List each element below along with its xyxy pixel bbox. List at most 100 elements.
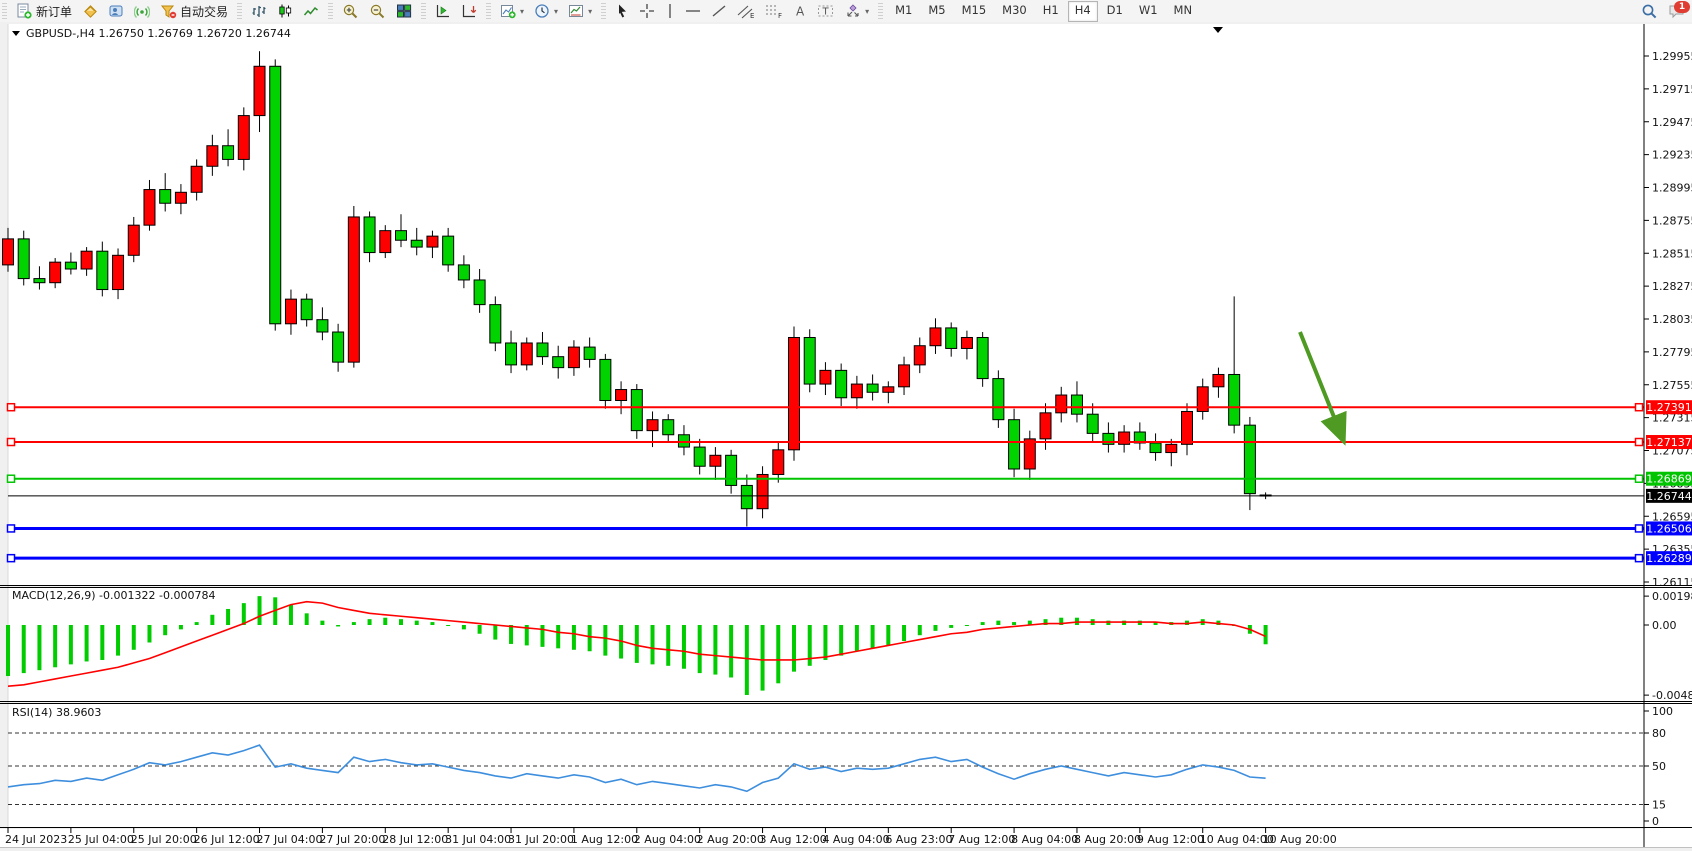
- timeframe-M30[interactable]: M30: [995, 1, 1034, 22]
- time-axis-label: 4 Aug 04:00: [822, 833, 889, 846]
- indicators-dropdown-caret[interactable]: ▾: [520, 7, 524, 16]
- macd-bar: [383, 618, 387, 625]
- bar-chart-button[interactable]: [246, 2, 272, 20]
- zoom-out-button[interactable]: [364, 2, 391, 20]
- hline-handle[interactable]: [1636, 439, 1643, 446]
- indicators-button[interactable]: ▾: [495, 2, 529, 20]
- hline-handle[interactable]: [1636, 525, 1643, 532]
- signals-button[interactable]: [129, 2, 155, 20]
- candle-body: [883, 387, 894, 392]
- profiles-button[interactable]: [103, 2, 129, 20]
- hline-handle[interactable]: [8, 555, 15, 562]
- trendline-icon: [711, 3, 727, 19]
- profile-chart-icon: [108, 3, 124, 19]
- cursor-button[interactable]: [610, 2, 634, 20]
- macd-bar: [588, 625, 592, 651]
- candle-body: [396, 231, 407, 241]
- shapes-dropdown-caret[interactable]: ▾: [865, 7, 869, 16]
- timeframe-M15[interactable]: M15: [955, 1, 994, 22]
- macd-bar: [981, 622, 985, 625]
- hline-handle[interactable]: [8, 525, 15, 532]
- vertical-line-button[interactable]: [660, 2, 680, 20]
- templates-button[interactable]: ▾: [563, 2, 597, 20]
- group-separator: [421, 3, 426, 19]
- macd-bar: [163, 625, 167, 635]
- equidistant-channel-button[interactable]: E: [732, 2, 760, 20]
- hline-handle[interactable]: [8, 404, 15, 411]
- chart-canvas[interactable]: 1.299551.297151.294751.292351.289951.287…: [0, 22, 1692, 851]
- drawing-tools-group: E F A T: [608, 0, 876, 22]
- top-toolbar: 新订单: [0, 0, 1692, 23]
- macd-bar: [336, 625, 340, 626]
- candle-body: [474, 280, 485, 305]
- candle-body: [254, 66, 265, 115]
- new-order-button[interactable]: 新订单: [11, 2, 77, 20]
- time-axis-label: 27 Jul 20:00: [319, 833, 385, 846]
- hline-handle[interactable]: [8, 439, 15, 446]
- candle-body: [899, 365, 910, 387]
- macd-bar: [210, 615, 214, 625]
- text-label-button[interactable]: T: [812, 2, 840, 20]
- macd-axis-label: 0.00: [1652, 619, 1677, 632]
- candle-body: [50, 262, 61, 283]
- zoom-in-button[interactable]: [337, 2, 364, 20]
- timeframe-M5[interactable]: M5: [921, 1, 952, 22]
- timeframe-M1[interactable]: M1: [888, 1, 919, 22]
- auto-trading-button[interactable]: 自动交易: [155, 2, 233, 20]
- tile-windows-button[interactable]: [391, 2, 417, 20]
- text-icon: A: [793, 3, 807, 19]
- notifications-button[interactable]: 1: [1668, 3, 1686, 19]
- scroll-group: [428, 0, 484, 22]
- chart-title-text: GBPUSD-,H4 1.26750 1.26769 1.26720 1.267…: [26, 27, 291, 40]
- market-watch-button[interactable]: [77, 2, 103, 20]
- timeframe-D1[interactable]: D1: [1100, 1, 1130, 22]
- hline-handle[interactable]: [1636, 555, 1643, 562]
- time-axis-label: 9 Aug 12:00: [1137, 833, 1204, 846]
- periods-button[interactable]: ▾: [529, 2, 563, 20]
- timeframe-H1[interactable]: H1: [1036, 1, 1066, 22]
- line-chart-icon: [303, 3, 319, 19]
- templates-dropdown-caret[interactable]: ▾: [588, 7, 592, 16]
- yellow-cube-icon: [82, 3, 98, 19]
- vertical-line-icon: [665, 3, 675, 19]
- fibonacci-button[interactable]: F: [760, 2, 788, 20]
- line-chart-button[interactable]: [298, 2, 324, 20]
- candle-body: [553, 357, 564, 368]
- macd-bar: [462, 625, 466, 629]
- signal-icon: [134, 3, 150, 19]
- candle-body: [537, 343, 548, 357]
- candle-body: [1150, 443, 1161, 453]
- macd-bar: [635, 625, 639, 663]
- periods-dropdown-caret[interactable]: ▾: [554, 7, 558, 16]
- timeframe-group: M1M5M15M30H1H4D1W1MN: [885, 0, 1202, 22]
- timeframe-H4[interactable]: H4: [1068, 1, 1098, 22]
- chart-shift-button[interactable]: [430, 2, 456, 20]
- macd-bar: [745, 625, 749, 695]
- price-tick-label: 1.28995: [1652, 182, 1692, 195]
- toolbar-grip[interactable]: [2, 3, 7, 19]
- macd-bar: [415, 621, 419, 625]
- macd-bar: [871, 625, 875, 648]
- macd-label: MACD(12,26,9) -0.001322 -0.000784: [12, 589, 215, 602]
- candle-body: [1087, 414, 1098, 433]
- trendline-button[interactable]: [706, 2, 732, 20]
- hline-handle[interactable]: [8, 475, 15, 482]
- candlestick-chart-button[interactable]: [272, 2, 298, 20]
- timeframe-W1[interactable]: W1: [1132, 1, 1165, 22]
- candle-body: [773, 450, 784, 475]
- search-icon[interactable]: [1641, 3, 1658, 20]
- crosshair-button[interactable]: [634, 2, 660, 20]
- shapes-button[interactable]: ▾: [840, 2, 874, 20]
- text-button[interactable]: A: [788, 2, 812, 20]
- macd-bar: [493, 625, 497, 640]
- hline-handle[interactable]: [1636, 404, 1643, 411]
- auto-scroll-button[interactable]: [456, 2, 482, 20]
- hline-handle[interactable]: [1636, 475, 1643, 482]
- timeframe-MN[interactable]: MN: [1167, 1, 1200, 22]
- macd-bar: [996, 621, 1000, 625]
- macd-bar: [430, 622, 434, 625]
- macd-bar: [886, 625, 890, 645]
- horizontal-line-button[interactable]: [680, 2, 706, 20]
- candle-body: [820, 370, 831, 384]
- candle-body: [128, 225, 139, 255]
